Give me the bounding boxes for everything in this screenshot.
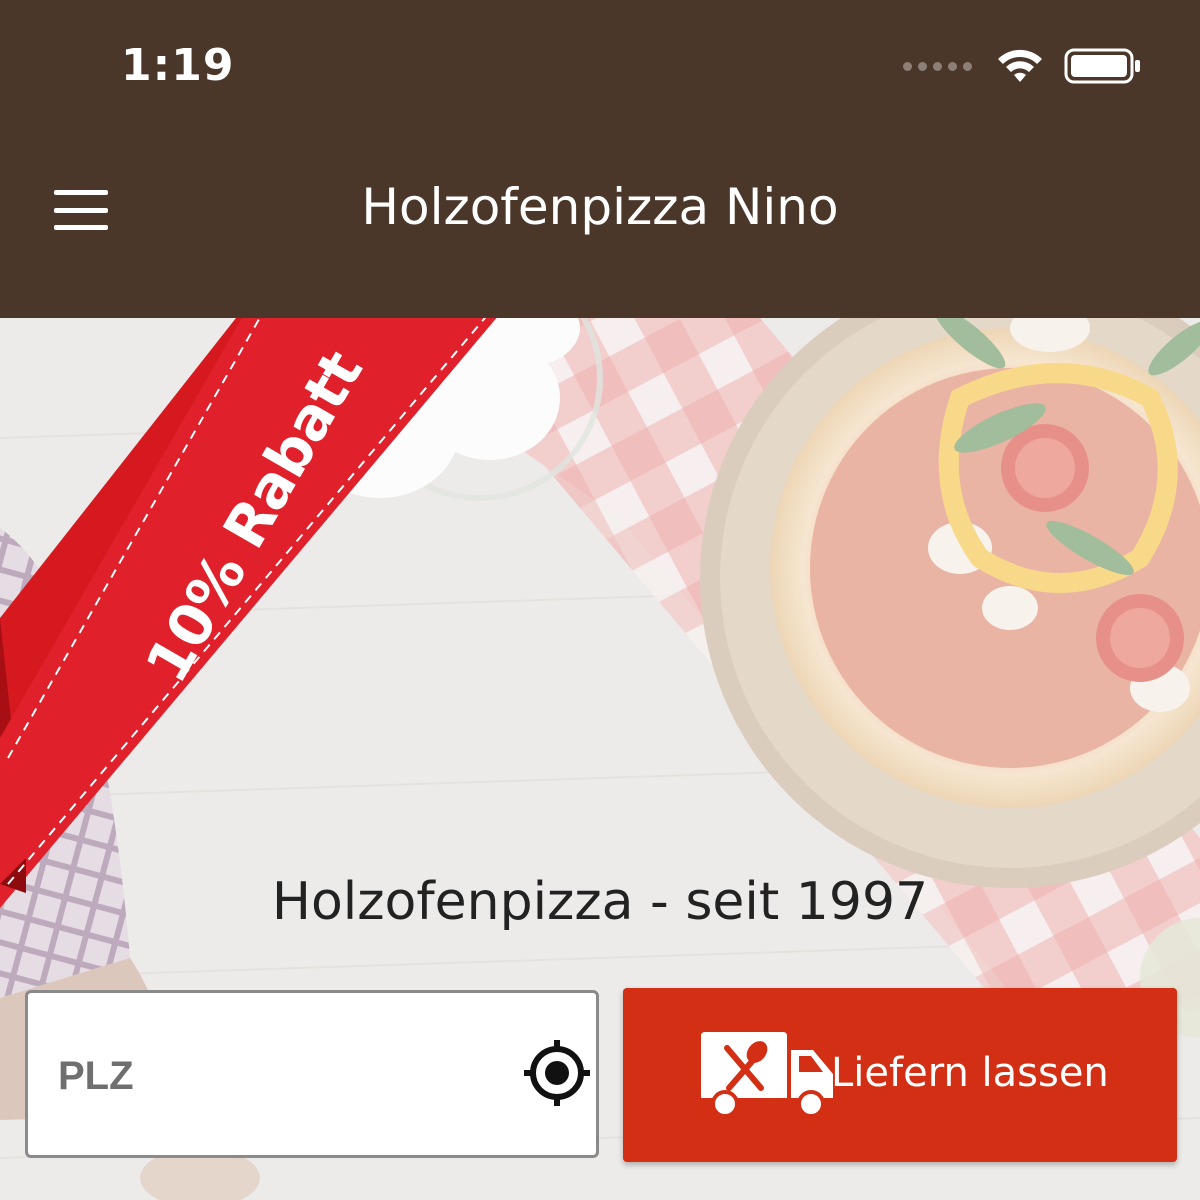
status-indicators <box>903 44 1142 88</box>
app-header: 1:19 Holzofenpizza Nino <box>0 0 1200 318</box>
status-time: 1:19 <box>121 40 235 91</box>
crosshair-icon[interactable] <box>522 1038 592 1108</box>
battery-icon <box>1064 48 1140 84</box>
deliver-button-label: Liefern lassen <box>831 1050 1109 1096</box>
wifi-icon <box>998 49 1042 82</box>
postal-code-input[interactable] <box>58 1033 498 1119</box>
cellular-signal-icon <box>903 61 972 71</box>
delivery-truck-icon <box>701 1032 833 1118</box>
deliver-button[interactable]: Liefern lassen <box>623 988 1177 1162</box>
postal-code-field[interactable] <box>25 990 599 1158</box>
restaurant-tagline: Holzofenpizza - seit 1997 <box>271 872 929 932</box>
app-title: Holzofenpizza Nino <box>361 178 839 236</box>
